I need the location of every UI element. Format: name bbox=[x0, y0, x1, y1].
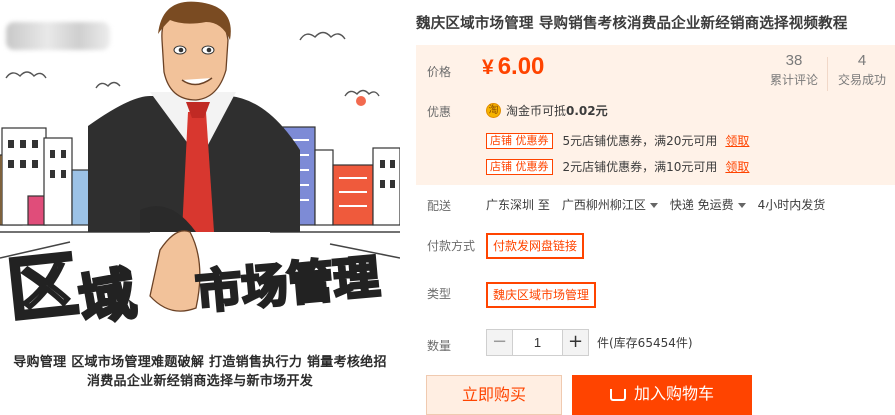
hero-title-char-highlight: 域 bbox=[75, 261, 141, 335]
claim-coupon-link[interactable]: 领取 bbox=[725, 158, 749, 175]
coupon-row: 店铺 优惠券 2元店铺优惠券，满10元可用 领取 bbox=[486, 158, 749, 175]
payment-option[interactable]: 付款发网盘链接 bbox=[486, 233, 585, 259]
type-option[interactable]: 魏庆区域市场管理 bbox=[486, 282, 597, 308]
destination-text: 广西柳州柳江区 bbox=[561, 198, 646, 212]
chevron-down-icon bbox=[737, 203, 746, 208]
type-label: 类型 bbox=[427, 287, 452, 301]
coupon-text: 5元店铺优惠券，满20元可用 bbox=[562, 134, 718, 148]
price-value: ¥6.00 bbox=[482, 53, 544, 81]
quantity-label: 数量 bbox=[427, 339, 452, 353]
stat-divider bbox=[827, 57, 828, 91]
product-main-image[interactable]: 区 域 市场管理 导购管理 区域市场管理难题破解 打造销售执行力 销量考核绝招 … bbox=[0, 0, 400, 415]
buy-now-button[interactable]: 立即购买 bbox=[426, 375, 562, 415]
coupon-row: 店铺 优惠券 5元店铺优惠券，满20元可用 领取 bbox=[486, 132, 749, 149]
hero-caption-line2: 消费品企业新经销商选择与新市场开发 bbox=[86, 374, 314, 389]
hero-title-char-left: 区 bbox=[4, 243, 82, 332]
quantity-minus-button[interactable]: − bbox=[486, 329, 513, 356]
quantity-plus-button[interactable]: + bbox=[562, 329, 589, 356]
add-to-cart-label: 加入购物车 bbox=[633, 384, 714, 403]
product-title: 魏庆区域市场管理 导购销售考核消费品企业新经销商选择视频教程 bbox=[416, 16, 848, 32]
coupon-tag: 店铺 优惠券 bbox=[486, 132, 553, 149]
review-count-stat[interactable]: 38 累计评论 bbox=[762, 52, 826, 96]
stock-count: 件(库存65454件) bbox=[597, 336, 693, 350]
currency-symbol: ¥ bbox=[482, 56, 494, 79]
price-amount: 6.00 bbox=[497, 53, 545, 80]
quantity-stepper: − 1 + 件(库存65454件) bbox=[486, 329, 693, 356]
taobao-coin-icon: 淘 bbox=[486, 103, 501, 118]
review-count-label: 累计评论 bbox=[769, 73, 818, 87]
trade-count: 4 bbox=[857, 52, 867, 69]
trade-count-stat: 4 交易成功 bbox=[830, 52, 894, 96]
shipping-label: 配送 bbox=[427, 199, 452, 213]
claim-coupon-link[interactable]: 领取 bbox=[725, 132, 749, 149]
product-info-panel: 魏庆区域市场管理 导购销售考核消费品企业新经销商选择视频教程 价格 ¥6.00 … bbox=[416, 0, 895, 415]
hero-title-right: 市场管理 bbox=[194, 250, 382, 320]
trade-count-label: 交易成功 bbox=[837, 73, 886, 87]
coin-amount: 0.02元 bbox=[566, 104, 608, 118]
red-dot-decoration bbox=[356, 96, 366, 106]
hero-caption-line1: 导购管理 区域市场管理难题破解 打造销售执行力 销量考核绝招 bbox=[13, 355, 387, 370]
shipping-method-text: 快递 免运费 bbox=[669, 198, 734, 212]
shipping-row: 广东深圳 至 广西柳州柳江区 快递 免运费 4小时内发货 bbox=[486, 196, 825, 213]
taobao-coin-row: 淘 淘金币可抵 0.02元 bbox=[486, 102, 608, 119]
chevron-down-icon bbox=[649, 203, 658, 208]
payment-label: 付款方式 bbox=[427, 239, 476, 253]
coin-text: 淘金币可抵 bbox=[506, 104, 567, 118]
shipping-origin: 广东深圳 至 bbox=[486, 198, 550, 212]
price-promo-box: 价格 ¥6.00 38 累计评论 4 交易成功 优惠 淘 淘金币可抵 0.02元 … bbox=[416, 45, 895, 185]
promotion-label: 优惠 bbox=[427, 105, 452, 119]
quantity-input[interactable]: 1 bbox=[513, 329, 562, 356]
coupon-tag: 店铺 优惠券 bbox=[486, 158, 553, 175]
destination-selector[interactable]: 广西柳州柳江区 bbox=[562, 196, 658, 213]
cart-icon bbox=[609, 388, 626, 401]
shipping-method-selector[interactable]: 快递 免运费 bbox=[670, 196, 746, 213]
dispatch-time: 4小时内发货 bbox=[757, 198, 826, 212]
review-count: 38 bbox=[785, 52, 803, 69]
add-to-cart-button[interactable]: 加入购物车 bbox=[572, 375, 752, 415]
price-label: 价格 bbox=[427, 65, 452, 79]
coupon-text: 2元店铺优惠券，满10元可用 bbox=[562, 160, 718, 174]
